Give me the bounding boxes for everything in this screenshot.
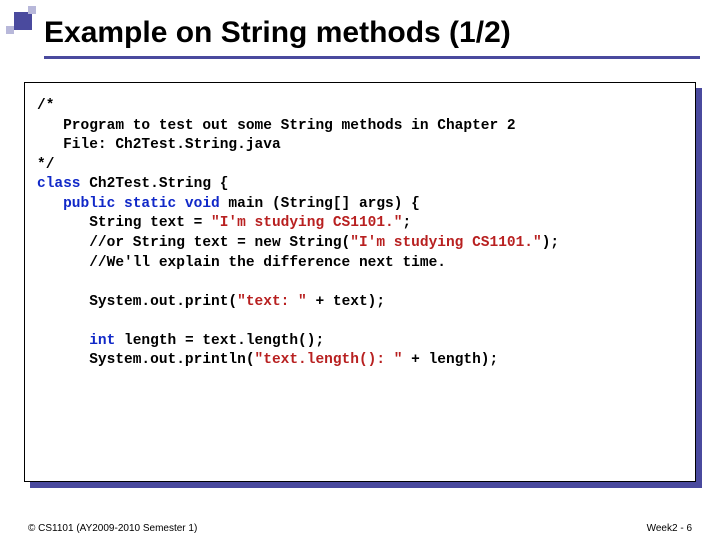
code-keyword: int: [37, 333, 115, 349]
code-block: /* Program to test out some String metho…: [37, 97, 683, 371]
code-line: //We'll explain the difference next time…: [37, 255, 446, 271]
code-line: Program to test out some String methods …: [37, 118, 516, 134]
code-string: "I'm studying CS1101.": [350, 235, 541, 251]
square-large: [14, 12, 32, 30]
code-line: /*: [37, 98, 54, 114]
slide-title: Example on String methods (1/2): [44, 16, 700, 59]
code-keyword: class: [37, 176, 81, 192]
code-text: System.out.println(: [37, 352, 255, 368]
code-container: /* Program to test out some String metho…: [24, 82, 696, 482]
square-small: [28, 6, 36, 14]
code-keyword: public static void: [37, 196, 220, 212]
code-text: Ch2Test.String {: [81, 176, 229, 192]
code-text: ;: [402, 215, 411, 231]
code-text: String text =: [37, 215, 211, 231]
slide-footer: © CS1101 (AY2009-2010 Semester 1) Week2 …: [28, 523, 692, 534]
footer-right: Week2 - 6: [647, 523, 692, 534]
code-text: System.out.print(: [37, 294, 237, 310]
code-string: "I'm studying CS1101.": [211, 215, 402, 231]
code-string: "text: ": [237, 294, 307, 310]
code-text: length = text.length();: [115, 333, 324, 349]
code-text: main (String[] args) {: [220, 196, 420, 212]
code-text: + text);: [307, 294, 385, 310]
footer-left: © CS1101 (AY2009-2010 Semester 1): [28, 523, 197, 534]
code-text: );: [542, 235, 559, 251]
corner-decoration: [4, 6, 40, 34]
code-text: + length);: [402, 352, 498, 368]
code-box: /* Program to test out some String metho…: [24, 82, 696, 482]
code-string: "text.length(): ": [255, 352, 403, 368]
code-line: */: [37, 157, 54, 173]
code-line: File: Ch2Test.String.java: [37, 137, 281, 153]
code-text: //or String text = new String(: [37, 235, 350, 251]
square-small: [6, 26, 14, 34]
